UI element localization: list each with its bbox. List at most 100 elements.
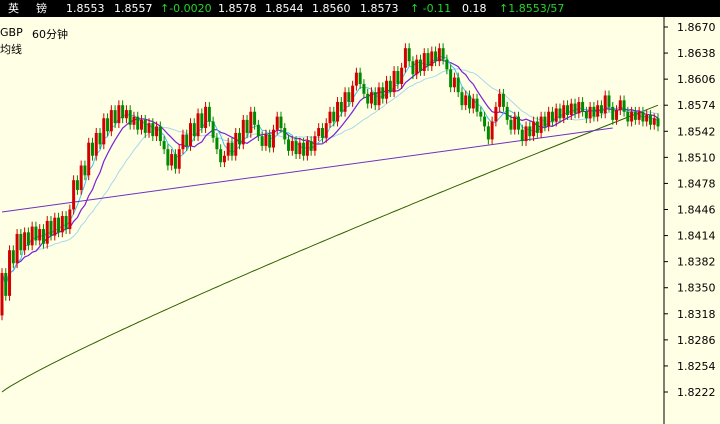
up-candle-body	[403, 48, 407, 68]
down-candle-body	[162, 141, 166, 150]
down-candle-body	[381, 87, 385, 99]
down-candle-body	[626, 111, 630, 122]
down-candle-body	[475, 98, 479, 112]
high-price: 1.8573	[360, 2, 399, 15]
symbol-char-2: 镑	[36, 2, 47, 15]
down-candle-body	[441, 48, 445, 60]
down-candle-body	[456, 77, 460, 93]
down-candle-body	[34, 226, 38, 241]
change-value: ↑-0.0020	[160, 2, 212, 15]
symbol-label: GBP	[0, 26, 23, 39]
price-tick-label: 1.8670	[677, 21, 716, 34]
up-candle-body	[336, 101, 340, 122]
up-candle-body	[189, 123, 193, 146]
up-candle-body	[155, 126, 159, 137]
down-candle-body	[211, 121, 215, 138]
down-candle-body	[449, 69, 453, 88]
down-candle-body	[467, 95, 471, 109]
up-candle-body	[275, 116, 279, 130]
down-candle-body	[185, 134, 189, 146]
up-candle-body	[324, 123, 328, 138]
down-candle-body	[245, 119, 249, 133]
down-candle-body	[407, 48, 411, 62]
up-candle-body	[377, 87, 381, 106]
up-candle-body	[53, 217, 57, 236]
up-candle-body	[60, 216, 64, 233]
down-candle-body	[528, 126, 532, 137]
down-candle-body	[151, 123, 155, 137]
up-candle-body	[554, 108, 558, 122]
up-candle-body	[369, 92, 373, 104]
down-candle-body	[535, 121, 539, 133]
up-candle-body	[170, 154, 174, 166]
up-candle-body	[569, 103, 573, 115]
down-candle-body	[479, 111, 483, 117]
up-candle-body	[94, 132, 98, 156]
candlestick-chart[interactable]: 1.8670 1.8638 1.8606 1.8574 1.8542 1.8510 1.84…	[0, 17, 720, 424]
down-candle-body	[268, 134, 272, 148]
up-candle-body	[351, 85, 355, 102]
down-candle-body	[41, 229, 45, 244]
up-candle-body	[422, 53, 426, 71]
down-candle-body	[584, 111, 588, 119]
up-candle-body	[177, 149, 181, 169]
up-candle-body	[652, 118, 656, 125]
price-tick-label: 1.8446	[677, 204, 716, 217]
up-candle-body	[392, 70, 396, 93]
up-candle-body	[539, 116, 543, 133]
up-candle-body	[79, 165, 83, 190]
down-candle-body	[501, 93, 505, 107]
down-candle-body	[396, 70, 400, 85]
ask-price: 1.8557	[114, 2, 153, 15]
price-tick-label: 1.8638	[677, 47, 716, 60]
last-price: 1.8553	[66, 2, 105, 15]
down-candle-body	[173, 154, 177, 169]
down-candle-body	[599, 105, 603, 114]
up-candle-body	[181, 134, 185, 150]
down-candle-body	[426, 53, 430, 67]
up-candle-body	[354, 72, 358, 86]
down-candle-body	[434, 51, 438, 62]
down-candle-body	[256, 124, 260, 137]
up-candle-body	[498, 93, 502, 107]
up-candle-body	[102, 118, 106, 145]
down-candle-body	[128, 110, 132, 125]
down-candle-body	[366, 93, 370, 104]
up-candle-body	[577, 101, 581, 114]
up-candle-body	[471, 98, 475, 109]
up-candle-body	[132, 116, 136, 125]
chart-area[interactable]: 1.8670 1.8638 1.8606 1.8574 1.8542 1.8510 1.84…	[0, 17, 720, 424]
down-candle-body	[121, 105, 125, 119]
up-candle-body	[513, 116, 517, 130]
up-candle-body	[204, 106, 208, 129]
down-candle-body	[581, 101, 585, 112]
down-candle-body	[106, 118, 110, 132]
open-price: 1.8578	[218, 2, 257, 15]
down-candle-body	[57, 217, 61, 233]
down-candle-body	[4, 273, 8, 296]
up-candle-body	[430, 51, 434, 67]
down-candle-body	[543, 116, 547, 127]
up-candle-body	[117, 105, 121, 124]
up-candle-body	[637, 111, 641, 120]
up-candle-body	[226, 142, 230, 156]
down-candle-body	[648, 114, 652, 125]
up-candle-body	[147, 123, 151, 133]
down-candle-body	[332, 111, 336, 122]
ma-slow-line	[1, 68, 659, 287]
down-candle-body	[320, 128, 324, 138]
down-candle-body	[347, 92, 351, 102]
price-tick-label: 1.8574	[677, 99, 716, 112]
down-candle-body	[483, 116, 487, 127]
down-candle-body	[143, 119, 147, 133]
down-candle-body	[418, 59, 422, 71]
prev-close-price: 1.8560	[312, 2, 351, 15]
up-candle-body	[603, 95, 607, 114]
up-candle-body	[264, 134, 268, 146]
up-candle-body	[234, 132, 238, 156]
down-candle-body	[19, 233, 23, 251]
up-candle-body	[305, 141, 309, 156]
up-candle-body	[630, 111, 634, 122]
price-tick-label: 1.8606	[677, 73, 716, 86]
up-candle-body	[385, 80, 389, 99]
